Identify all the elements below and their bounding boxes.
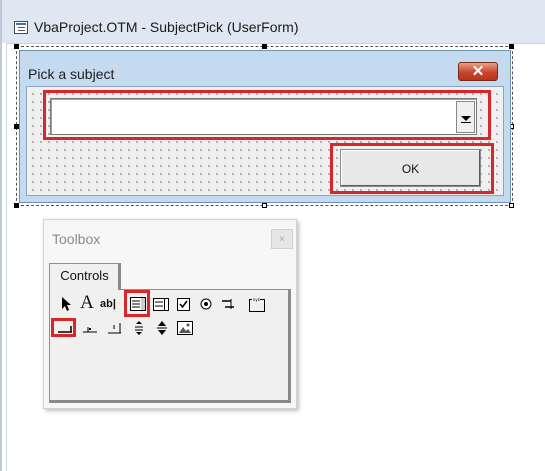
checkbox-icon bbox=[176, 297, 190, 311]
spinbutton-tool[interactable] bbox=[152, 318, 172, 338]
highlight-commandbutton-tool bbox=[51, 318, 76, 337]
close-icon[interactable]: ✕ bbox=[458, 62, 498, 81]
listbox-tool[interactable] bbox=[151, 294, 171, 314]
multipage-tool[interactable] bbox=[104, 318, 124, 338]
scrollbar-tool[interactable] bbox=[129, 318, 149, 338]
textbox-tool[interactable]: ab| bbox=[98, 294, 118, 314]
userform-caption: Pick a subject bbox=[28, 66, 115, 82]
listbox-icon bbox=[153, 297, 169, 311]
highlight-combobox bbox=[43, 90, 491, 140]
multipage-icon bbox=[108, 323, 121, 334]
frame-icon: xyz bbox=[249, 297, 265, 312]
highlight-ok-button bbox=[330, 143, 494, 194]
toolbox-title: Toolbox bbox=[52, 231, 101, 247]
userform-window-icon bbox=[14, 21, 28, 34]
resize-handle-bottom-left bbox=[14, 203, 19, 208]
togglebutton-icon bbox=[222, 299, 234, 309]
resize-handle-top-right bbox=[509, 44, 514, 49]
tab-shadow bbox=[118, 263, 121, 290]
toolbox-close-icon[interactable]: ✕ bbox=[271, 229, 293, 249]
image-icon bbox=[177, 321, 193, 335]
optionbutton-tool[interactable] bbox=[196, 294, 216, 314]
scrollbar-icon bbox=[135, 321, 143, 335]
resize-handle-bottom-center[interactable] bbox=[262, 203, 267, 208]
frame-tool[interactable]: xyz bbox=[247, 294, 267, 314]
svg-text:xyz: xyz bbox=[253, 297, 260, 302]
tab-controls[interactable]: Controls bbox=[49, 263, 120, 290]
tabstrip-tool[interactable] bbox=[80, 318, 100, 338]
arrow-pointer-icon bbox=[62, 297, 71, 311]
resize-handle-top-center bbox=[262, 44, 267, 49]
highlight-combobox-tool bbox=[124, 290, 150, 317]
textbox-icon: ab| bbox=[100, 298, 116, 310]
resize-handle-bottom-right[interactable] bbox=[509, 203, 514, 208]
spinbutton-icon bbox=[157, 321, 167, 335]
image-tool[interactable] bbox=[175, 318, 195, 338]
resize-handle-top-left bbox=[14, 44, 19, 49]
select-objects-tool[interactable] bbox=[56, 294, 76, 314]
code-window-title: VbaProject.OTM - SubjectPick (UserForm) bbox=[34, 19, 299, 35]
label-a-icon: A bbox=[80, 292, 94, 313]
optionbutton-icon bbox=[200, 298, 212, 310]
tabstrip-icon bbox=[83, 327, 97, 333]
label-tool[interactable]: A bbox=[77, 292, 97, 313]
togglebutton-tool[interactable] bbox=[218, 294, 238, 314]
checkbox-tool[interactable] bbox=[173, 294, 193, 314]
